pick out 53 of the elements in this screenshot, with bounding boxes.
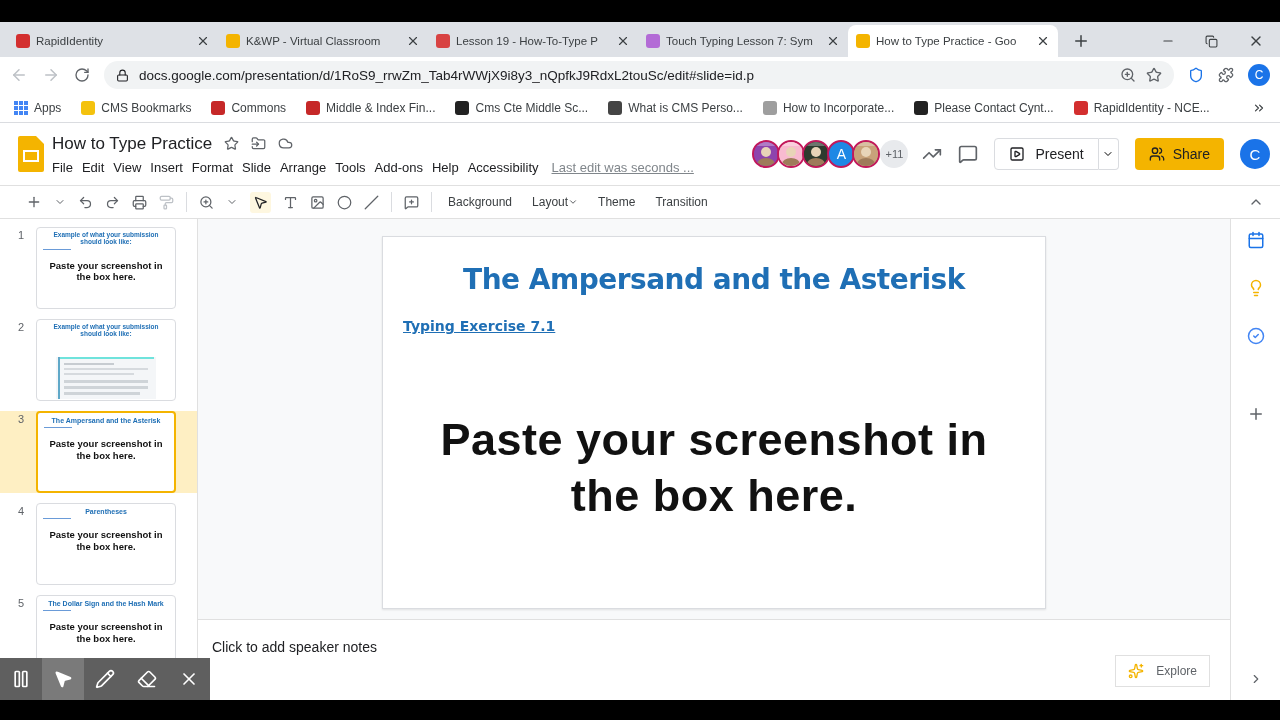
browser-tab[interactable]: Lesson 19 - How-To-Type P [428, 25, 638, 57]
slide-number: 5 [18, 597, 26, 609]
menu-item[interactable]: Accessibility [467, 159, 539, 175]
profile-avatar[interactable]: C [1248, 64, 1270, 86]
toolbar-button[interactable]: Theme [594, 195, 640, 209]
thumbnail-text: Paste your screenshot in the box here. [48, 438, 164, 462]
thumbnail-text: Paste your screenshot in the box here. [48, 529, 164, 553]
bookmark[interactable]: Commons [211, 100, 287, 115]
viewer-count[interactable]: +11 [880, 140, 909, 168]
document-title[interactable]: How to Type Practice [52, 133, 213, 154]
bookmark[interactable]: What is CMS Perso... [608, 100, 743, 115]
toolbar-button[interactable]: Transition [651, 195, 712, 209]
slide-title[interactable]: The Ampersand and the Asterisk [403, 263, 1025, 296]
speaker-notes-field[interactable]: Click to add speaker notes [212, 639, 377, 655]
address-bar[interactable]: docs.google.com/presentation/d/1RoS9_rrwZm_Tab4rWWjX9i8y3_nQpfkJ9RdxL2touSc/edit#slide=id.p [104, 61, 1174, 89]
toolbar-button[interactable]: Layout [528, 195, 583, 209]
explore-button[interactable]: Explore [1115, 655, 1210, 687]
menu-item[interactable]: File [52, 159, 73, 175]
browser-tab[interactable]: K&WP - Virtual Classroom [218, 25, 428, 57]
slide-canvas[interactable]: The Ampersand and the Asterisk Typing Exercise 7.1 Paste your screenshot in the box here. [382, 236, 1046, 609]
menu-item[interactable]: Format [191, 159, 233, 175]
browser-tab[interactable]: How to Type Practice - Goo [848, 25, 1058, 57]
thumbnail-text: Paste your screenshot in the box here. [48, 621, 164, 645]
bookmark[interactable]: Middle & Index Fin... [306, 100, 436, 115]
toolbar-button[interactable]: Background [444, 195, 517, 209]
browser-tab[interactable]: RapidIdentity [8, 25, 218, 57]
bookmark[interactable]: Please Contact Cynt... [914, 100, 1054, 115]
menu-item[interactable]: Edit [81, 159, 105, 175]
account-avatar[interactable]: C [1240, 139, 1270, 169]
browser-tab[interactable]: Touch Typing Lesson 7: Sym [638, 25, 848, 57]
slide-number: 2 [18, 321, 26, 333]
bookmark[interactable]: CMS Bookmarks [81, 100, 192, 115]
menu-item[interactable]: Help [431, 159, 459, 175]
share-button[interactable]: Share [1134, 138, 1224, 170]
bookmark[interactable]: Cms Cte Middle Sc... [455, 100, 589, 115]
slide-number: 3 [18, 413, 26, 425]
menu-item[interactable]: Slide [242, 159, 271, 175]
present-button[interactable]: Present [994, 138, 1099, 170]
menu-item[interactable]: Insert [150, 159, 183, 175]
bookmark[interactable]: Apps [14, 100, 62, 115]
collaborator-avatar[interactable]: A [827, 140, 856, 168]
exercise-link[interactable]: Typing Exercise 7.1 [403, 318, 556, 334]
menu-item[interactable]: Arrange [279, 159, 327, 175]
slide-number: 4 [18, 505, 26, 517]
bookmark[interactable]: RapidIdentity - NCE... [1073, 100, 1210, 115]
menu-item[interactable]: View [113, 159, 142, 175]
slide-number: 1 [18, 229, 26, 241]
menu-item[interactable]: Tools [335, 159, 366, 175]
menu-item[interactable]: Add-ons [374, 159, 423, 175]
last-edit-link[interactable]: Last edit was seconds ... [551, 159, 694, 175]
bookmark[interactable]: How to Incorporate... [762, 100, 895, 115]
thumbnail-text: Paste your screenshot in the box here. [48, 259, 164, 283]
slide-body-text[interactable]: Paste your screenshot in the box here. [403, 412, 1025, 525]
